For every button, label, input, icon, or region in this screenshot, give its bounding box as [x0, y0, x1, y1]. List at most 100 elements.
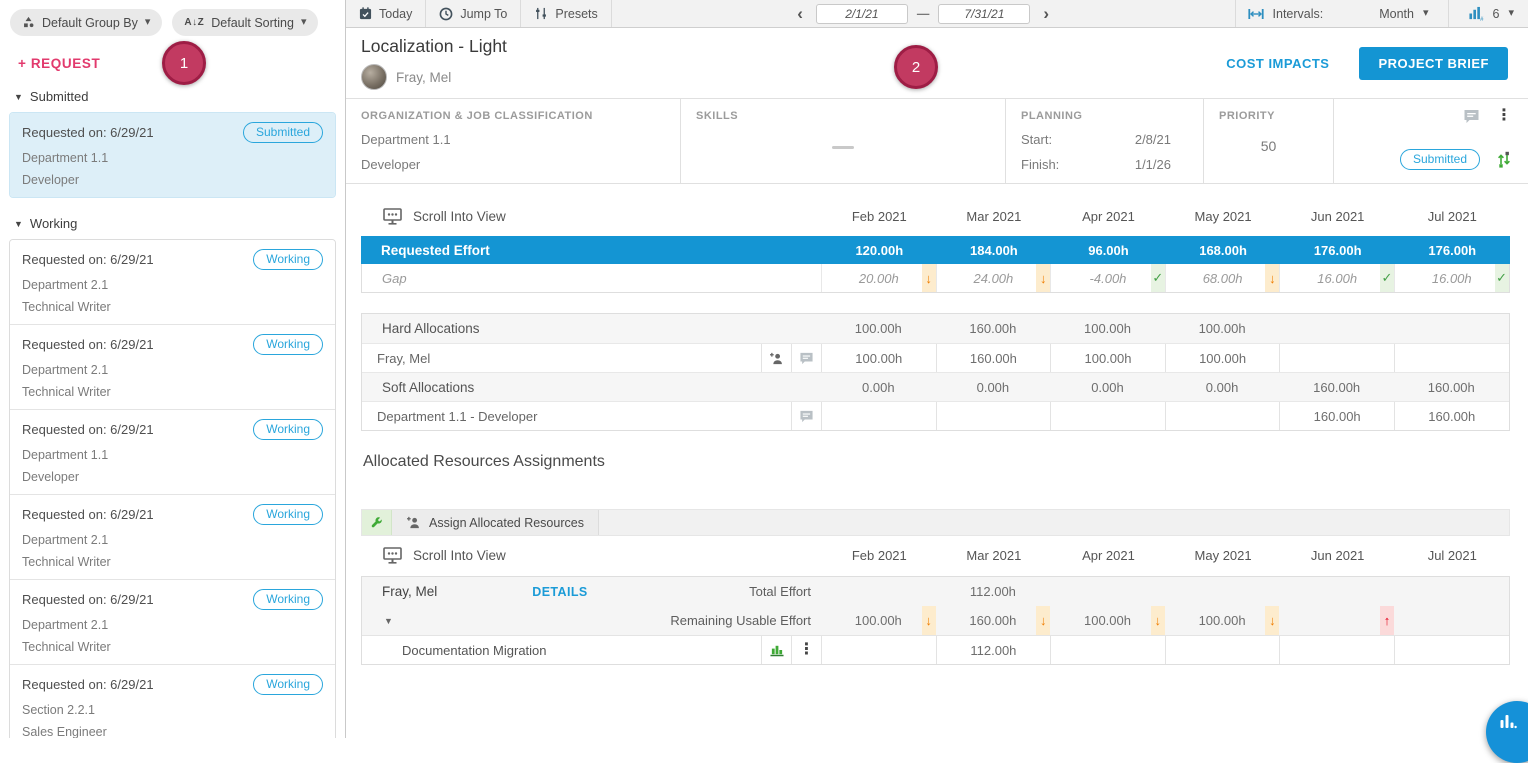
soft-allocation-cell[interactable]: 160.00h — [1279, 402, 1394, 430]
hard-allocation-cell[interactable] — [1394, 344, 1509, 372]
task-menu-icon[interactable] — [791, 636, 821, 664]
hard-allocation-cell[interactable] — [1279, 344, 1394, 372]
person-add-icon — [406, 516, 421, 529]
hard-total-value: 100.00h — [1050, 314, 1165, 343]
previous-period-chevron[interactable] — [793, 5, 807, 22]
assign-user-button[interactable] — [761, 344, 791, 372]
month-header: Jun 2021 — [1280, 548, 1395, 563]
remaining-effort-cell: 100.00h — [1165, 606, 1280, 635]
task-effort-cell[interactable] — [1394, 636, 1509, 664]
request-role: Technical Writer — [22, 300, 323, 314]
month-header: Mar 2021 — [937, 548, 1052, 563]
task-effort-cell[interactable] — [1279, 636, 1394, 664]
next-period-chevron[interactable] — [1039, 5, 1053, 22]
request-card[interactable]: Requested on: 6/29/21 Working Department… — [10, 240, 335, 324]
gap-row: Gap 20.00h 24.00h — [361, 264, 1510, 293]
gap-cell: 16.00h — [1394, 264, 1509, 292]
month-headers: Feb 2021Mar 2021Apr 2021May 2021Jun 2021… — [822, 209, 1510, 224]
gap-cell: 68.00h — [1165, 264, 1280, 292]
chevron-down-icon[interactable] — [1508, 8, 1514, 19]
more-menu-icon[interactable] — [1496, 108, 1512, 124]
scroll-into-view-button[interactable]: Scroll Into View — [361, 547, 822, 564]
gap-value: 16.00h — [1317, 271, 1357, 286]
request-date: Requested on: 6/29/21 — [22, 337, 154, 352]
assignments-grid-header: Scroll Into View Feb 2021Mar 2021Apr 202… — [361, 536, 1510, 574]
request-card[interactable]: Requested on: 6/29/21 Submitted Departme… — [10, 113, 335, 197]
expand-resource-icon[interactable] — [362, 606, 393, 635]
range-end-input[interactable] — [938, 4, 1030, 24]
task-effort-cell[interactable] — [1165, 636, 1280, 664]
request-card[interactable]: Requested on: 6/29/21 Working Department… — [10, 579, 335, 664]
scroll-into-view-label: Scroll Into View — [413, 209, 506, 224]
hard-total-value: 100.00h — [1165, 314, 1280, 343]
remaining-effort-value: 100.00h — [855, 613, 902, 628]
interval-count-dropdown[interactable]: 6 — [1493, 7, 1500, 21]
status-badge: Working — [253, 589, 323, 610]
task-effort-cell[interactable]: 112.00h — [936, 636, 1051, 664]
comment-icon[interactable] — [791, 344, 821, 372]
task-effort-cell[interactable] — [1050, 636, 1165, 664]
sorting-dropdown[interactable]: Default Sorting — [172, 9, 318, 36]
soft-allocation-cell[interactable] — [936, 402, 1051, 430]
details-link[interactable]: DETAILS — [532, 577, 587, 606]
range-start-input[interactable] — [816, 4, 908, 24]
cost-impacts-button[interactable]: COST IMPACTS — [1226, 56, 1329, 71]
gap-cell: 20.00h — [821, 264, 936, 292]
request-role: Technical Writer — [22, 385, 323, 399]
soft-allocation-cell[interactable]: 160.00h — [1394, 402, 1509, 430]
hard-allocation-cell[interactable]: 160.00h — [936, 344, 1051, 372]
soft-total-value: 160.00h — [1279, 373, 1394, 401]
comment-icon[interactable] — [1463, 109, 1480, 124]
month-headers: Feb 2021Mar 2021Apr 2021May 2021Jun 2021… — [822, 548, 1510, 563]
remaining-indicator-icon — [1036, 606, 1050, 635]
total-effort-label: Total Effort — [749, 577, 821, 606]
comment-icon[interactable] — [791, 402, 821, 430]
request-card[interactable]: Requested on: 6/29/21 Working Department… — [10, 409, 335, 494]
request-card[interactable]: Requested on: 6/29/21 Working Department… — [10, 494, 335, 579]
resource-planner-app: Default Group By Default Sorting + REQUE… — [0, 0, 1528, 738]
chevron-down-icon[interactable] — [1423, 8, 1429, 19]
tools-button[interactable] — [362, 510, 392, 535]
requested-effort-value: 176.00h — [1395, 236, 1510, 264]
request-card[interactable]: Requested on: 6/29/21 Working Section 2.… — [10, 664, 335, 738]
svg-text:#: # — [1480, 16, 1484, 21]
request-actions: Submitted — [1334, 99, 1528, 183]
soft-allocation-cell[interactable] — [1050, 402, 1165, 430]
priority-value: 50 — [1219, 138, 1318, 154]
submitted-request-list: Requested on: 6/29/21 Submitted Departme… — [9, 112, 336, 198]
requests-sidebar: Default Group By Default Sorting + REQUE… — [0, 0, 346, 738]
task-chart-icon[interactable] — [761, 636, 791, 664]
interval-unit-dropdown[interactable]: Month — [1379, 7, 1414, 21]
status-swap-icon[interactable] — [1496, 151, 1512, 168]
group-by-dropdown[interactable]: Default Group By — [10, 9, 162, 36]
intervals-label: Intervals: — [1273, 7, 1324, 21]
soft-allocation-cell[interactable] — [821, 402, 936, 430]
soft-total-value: 0.00h — [821, 373, 936, 401]
planner-content: Scroll Into View Feb 2021Mar 2021Apr 202… — [346, 184, 1528, 738]
hard-allocation-cell[interactable]: 100.00h — [821, 344, 936, 372]
gap-cell: -4.00h — [1050, 264, 1165, 292]
hard-allocation-cell[interactable]: 100.00h — [1050, 344, 1165, 372]
request-card[interactable]: Requested on: 6/29/21 Working Department… — [10, 324, 335, 409]
submitted-section-label: Submitted — [30, 89, 89, 104]
chevron-down-icon — [145, 17, 151, 28]
scroll-into-view-icon — [383, 208, 402, 225]
scroll-into-view-button[interactable]: Scroll Into View — [361, 208, 822, 225]
task-effort-cell[interactable] — [821, 636, 936, 664]
jump-to-button[interactable]: Jump To — [426, 0, 521, 27]
soft-allocation-cell[interactable] — [1165, 402, 1280, 430]
presets-button[interactable]: Presets — [521, 0, 611, 27]
sliders-icon — [534, 7, 548, 20]
owner-name: Fray, Mel — [396, 70, 451, 85]
today-button[interactable]: Today — [346, 0, 426, 27]
allocations-table: Hard Allocations 100.00h160.00h100.00h10… — [361, 313, 1510, 431]
effort-grid-header: Scroll Into View Feb 2021Mar 2021Apr 202… — [361, 196, 1510, 236]
project-brief-button[interactable]: PROJECT BRIEF — [1359, 47, 1508, 80]
assign-allocated-resources-button[interactable]: Assign Allocated Resources — [392, 510, 599, 535]
remaining-effort-value: 100.00h — [1199, 613, 1246, 628]
working-section-header[interactable]: Working — [0, 198, 345, 239]
hard-allocation-cell[interactable]: 100.00h — [1165, 344, 1280, 372]
jump-to-label: Jump To — [460, 7, 507, 21]
request-role: Sales Engineer — [22, 725, 323, 738]
gap-indicator-icon — [1380, 264, 1394, 292]
